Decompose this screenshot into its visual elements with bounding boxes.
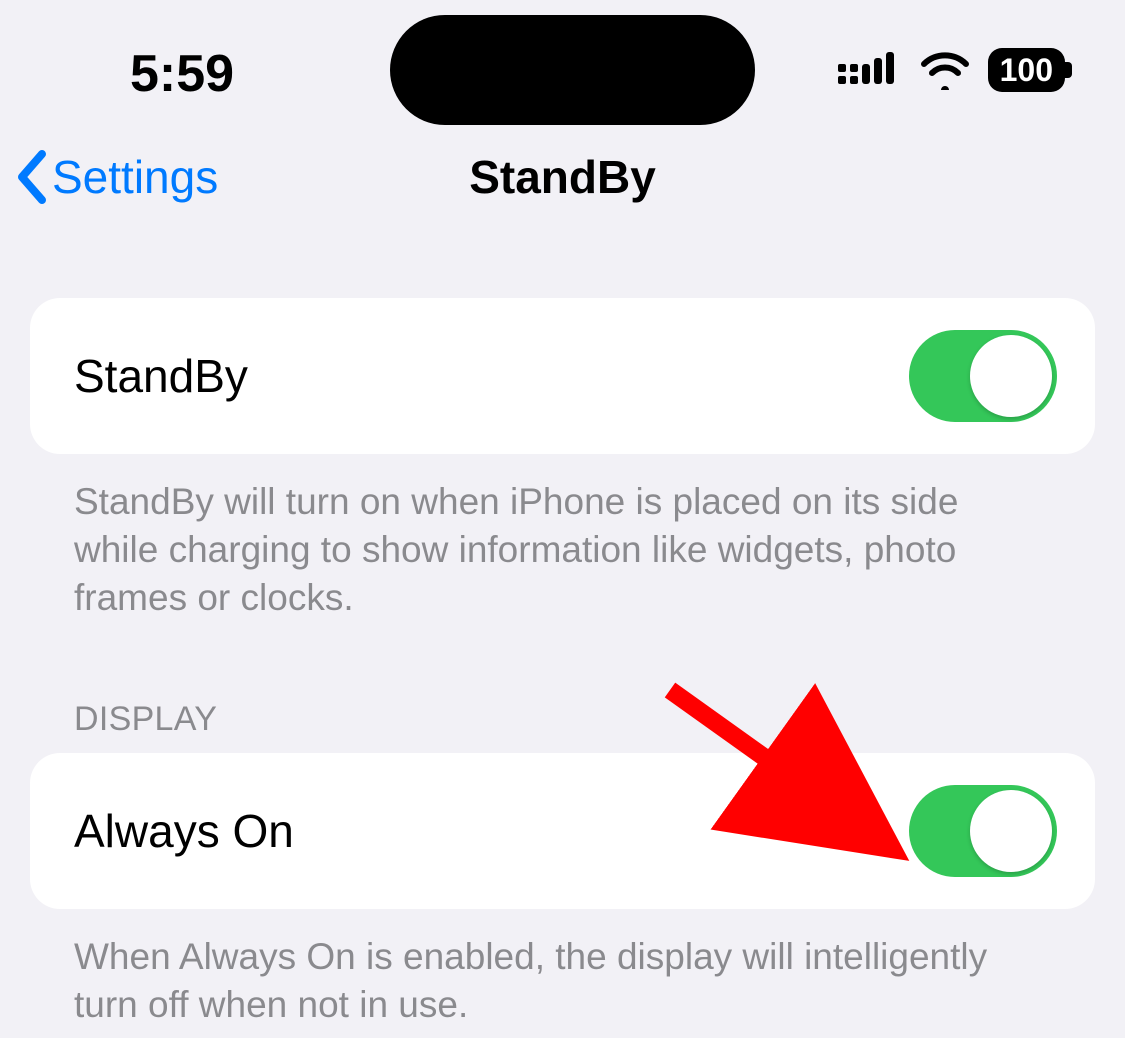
standby-footer: StandBy will turn on when iPhone is plac…: [30, 454, 1095, 622]
always-on-footer: When Always On is enabled, the display w…: [30, 909, 1095, 1029]
settings-group-display: DISPLAY Always On When Always On is enab…: [30, 700, 1095, 1029]
status-bar: 5:59 100: [0, 0, 1125, 120]
always-on-label: Always On: [74, 804, 294, 858]
always-on-cell: Always On: [30, 753, 1095, 909]
chevron-left-icon: [14, 150, 50, 204]
display-header: DISPLAY: [30, 700, 1095, 753]
status-time: 5:59: [130, 44, 234, 104]
always-on-toggle[interactable]: [909, 785, 1057, 877]
toggle-knob: [970, 335, 1052, 417]
standby-label: StandBy: [74, 349, 248, 403]
standby-toggle[interactable]: [909, 330, 1057, 422]
content: StandBy StandBy will turn on when iPhone…: [0, 240, 1125, 1029]
battery-percent: 100: [1000, 54, 1053, 86]
settings-group-standby: StandBy StandBy will turn on when iPhone…: [30, 298, 1095, 622]
wifi-icon: [920, 50, 970, 90]
toggle-knob: [970, 790, 1052, 872]
nav-bar: Settings StandBy: [0, 120, 1125, 240]
cellular-icon: [838, 50, 902, 90]
dynamic-island: [390, 15, 755, 125]
back-label: Settings: [52, 150, 218, 204]
standby-cell: StandBy: [30, 298, 1095, 454]
status-right-cluster: 100: [838, 48, 1065, 92]
page-title: StandBy: [469, 150, 656, 204]
battery-indicator: 100: [988, 48, 1065, 92]
back-button[interactable]: Settings: [14, 150, 218, 204]
battery-nub-icon: [1065, 62, 1072, 78]
